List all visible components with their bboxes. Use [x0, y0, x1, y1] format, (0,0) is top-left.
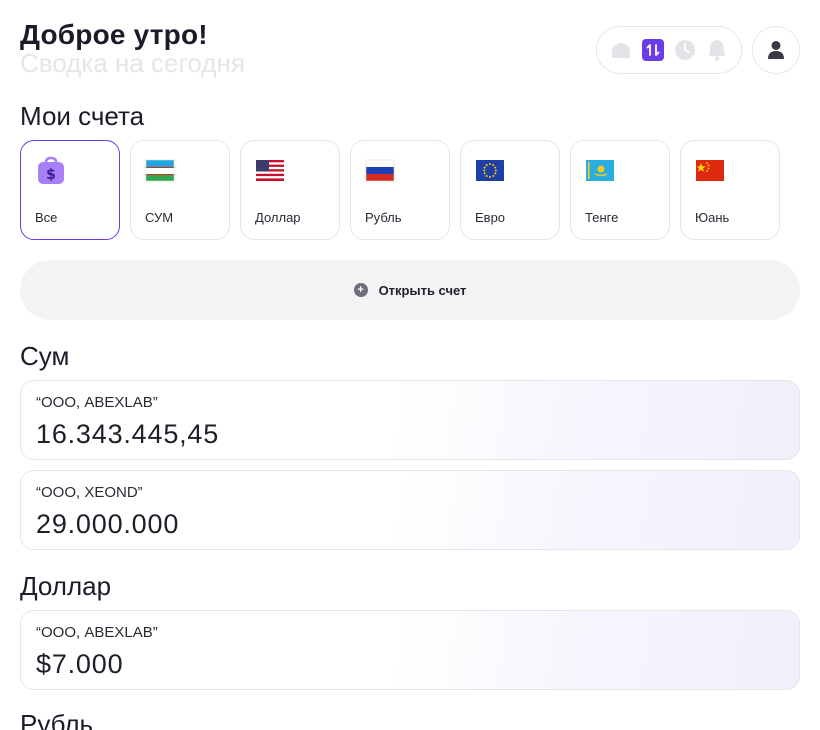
- russia-flag-icon: [365, 159, 395, 182]
- section-title-ruble: Рубль: [20, 709, 94, 730]
- transfer-icon[interactable]: [642, 39, 664, 61]
- account-card-euro[interactable]: Евро: [460, 140, 560, 240]
- kazakhstan-flag-icon: [586, 160, 614, 181]
- account-label: Все: [35, 210, 58, 225]
- balance-amount: 29.000.000: [36, 509, 180, 539]
- organization-name: “ООО, ABEXLAB”: [36, 624, 158, 641]
- top-nav: [596, 26, 742, 74]
- plus-icon: +: [353, 283, 368, 297]
- open-account-button[interactable]: + Открыть счет: [20, 260, 800, 320]
- usa-flag-icon: [256, 160, 284, 181]
- profile-button[interactable]: [752, 26, 800, 74]
- wallet-icon: $: [38, 156, 64, 184]
- balance-card[interactable]: “ООО, XEOND” 29.000.000: [20, 470, 800, 550]
- organization-name: “ООО, XEOND”: [36, 484, 143, 501]
- user-icon: [768, 41, 784, 59]
- header: Доброе утро! Сводка на сегодня: [20, 18, 245, 78]
- history-icon[interactable]: [674, 39, 696, 61]
- account-card-all[interactable]: $ Все: [20, 140, 120, 240]
- account-label: Юань: [695, 210, 730, 225]
- account-card-sum[interactable]: СУМ: [130, 140, 230, 240]
- home-icon[interactable]: [610, 39, 632, 61]
- account-card-ruble[interactable]: Рубль: [350, 140, 450, 240]
- section-title-sum: Сум: [20, 341, 70, 371]
- account-label: Рубль: [365, 210, 402, 225]
- balance-amount: 16.343.445,45: [36, 419, 220, 449]
- organization-name: “ООО, ABEXLAB”: [36, 394, 158, 411]
- balance-card[interactable]: “ООО, ABEXLAB” $7.000: [20, 610, 800, 690]
- balance-amount: $7.000: [36, 649, 124, 679]
- eu-flag-icon: [476, 160, 504, 181]
- account-label: Евро: [475, 210, 506, 225]
- account-card-tenge[interactable]: Тенге: [570, 140, 670, 240]
- accounts-title: Мои счета: [20, 101, 145, 131]
- svg-text:$: $: [46, 167, 56, 183]
- bell-icon[interactable]: [706, 39, 728, 61]
- section-title-dollar: Доллар: [20, 571, 112, 601]
- balance-card[interactable]: “ООО, ABEXLAB” 16.343.445,45: [20, 380, 800, 460]
- open-account-label: Открыть счет: [378, 282, 467, 298]
- account-label: СУМ: [145, 210, 174, 225]
- account-label: Тенге: [585, 210, 619, 225]
- greeting-subtitle: Сводка на сегодня: [20, 48, 245, 78]
- account-card-yuan[interactable]: Юань: [680, 140, 780, 240]
- account-card-dollar[interactable]: Доллар: [240, 140, 340, 240]
- accounts-list: $ Все СУМ Доллар Рубль Евро Тенге Юань: [20, 140, 780, 240]
- china-flag-icon: [696, 160, 724, 181]
- greeting-title: Доброе утро!: [20, 19, 208, 50]
- account-label: Доллар: [255, 210, 301, 225]
- uzbekistan-flag-icon: [145, 159, 175, 182]
